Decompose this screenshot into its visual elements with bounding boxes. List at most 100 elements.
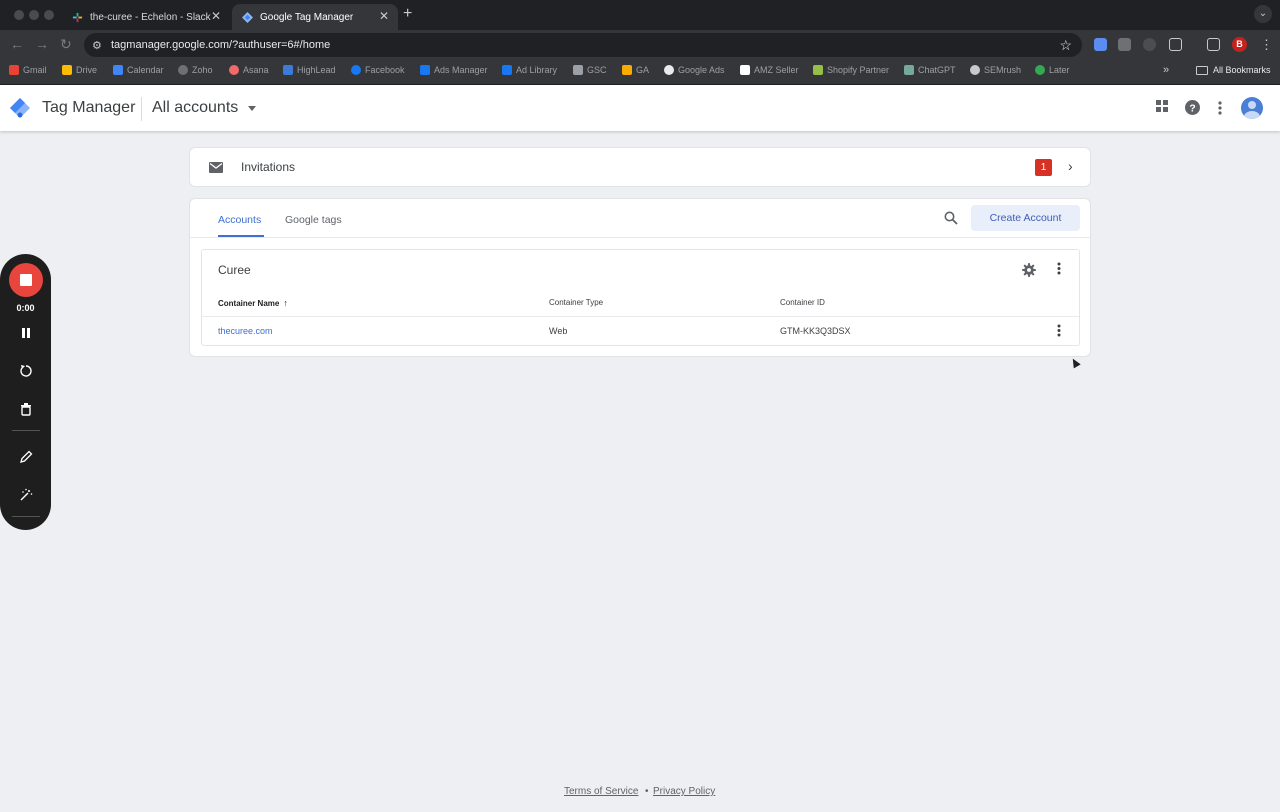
account-more-icon[interactable] bbox=[1057, 262, 1061, 275]
browser-menu-icon[interactable]: ⋮ bbox=[1260, 38, 1273, 51]
gtm-favicon-icon bbox=[242, 11, 253, 23]
pencil-icon[interactable] bbox=[19, 450, 33, 464]
tab-search-button[interactable]: ⌄ bbox=[1254, 5, 1272, 23]
extensions-puzzle-icon[interactable] bbox=[1169, 38, 1182, 51]
bookmark-item[interactable]: GA bbox=[622, 65, 649, 75]
shopify-icon bbox=[813, 65, 823, 75]
bookmark-item[interactable]: Zoho bbox=[178, 65, 213, 75]
meta-icon bbox=[420, 65, 430, 75]
new-tab-button[interactable]: + bbox=[403, 6, 412, 22]
extension-icon[interactable] bbox=[1118, 38, 1131, 51]
browser-tab-slack[interactable]: the-curee - Echelon - Slack ✕ bbox=[62, 4, 230, 30]
tag-manager-logo-icon[interactable] bbox=[10, 98, 30, 118]
caret-down-icon bbox=[248, 105, 257, 111]
restart-icon[interactable] bbox=[19, 364, 33, 378]
delete-icon[interactable] bbox=[19, 402, 33, 416]
bookmark-item[interactable]: SEMrush bbox=[970, 65, 1021, 75]
window-close-button[interactable] bbox=[14, 10, 24, 20]
help-icon[interactable]: ? bbox=[1185, 100, 1200, 115]
search-icon[interactable] bbox=[944, 211, 958, 225]
forward-arrow-icon[interactable]: → bbox=[35, 36, 49, 52]
account-selector[interactable]: All accounts bbox=[152, 99, 257, 117]
bookmark-item[interactable]: HighLead bbox=[283, 65, 336, 75]
tabs-divider bbox=[190, 237, 1090, 238]
table-divider bbox=[202, 316, 1079, 317]
site-info-icon[interactable]: ⚙ bbox=[92, 39, 102, 52]
screen-recorder-toolbar: 0:00 bbox=[0, 254, 51, 530]
account-name[interactable]: Curee bbox=[218, 263, 251, 277]
bookmark-item[interactable]: AMZ Seller bbox=[740, 65, 799, 75]
account-section: Curee Container Name ↑ Container Type Con… bbox=[201, 249, 1080, 346]
bookmark-item[interactable]: GSC bbox=[573, 65, 607, 75]
app-header: Tag Manager All accounts ? bbox=[0, 85, 1280, 131]
browser-chrome: the-curee - Echelon - Slack ✕ Google Tag… bbox=[0, 0, 1280, 85]
tab-close-icon[interactable]: ✕ bbox=[211, 10, 221, 22]
bookmarks-overflow-icon[interactable]: » bbox=[1163, 64, 1169, 76]
calendar-icon bbox=[113, 65, 123, 75]
container-name-link[interactable]: thecuree.com bbox=[218, 326, 273, 336]
all-bookmarks-button[interactable]: All Bookmarks bbox=[1196, 65, 1271, 75]
column-header-container-name[interactable]: Container Name ↑ bbox=[218, 298, 288, 308]
browser-tab-gtm[interactable]: Google Tag Manager ✕ bbox=[232, 4, 398, 30]
invitations-card[interactable]: Invitations 1 › bbox=[189, 147, 1091, 187]
container-type-cell: Web bbox=[549, 326, 568, 336]
bookmark-item[interactable]: Asana bbox=[229, 65, 269, 75]
drive-icon bbox=[62, 65, 72, 75]
tab-strip: the-curee - Echelon - Slack ✕ Google Tag… bbox=[0, 0, 1280, 30]
tab-google-tags[interactable]: Google tags bbox=[285, 214, 342, 226]
bookmark-item[interactable]: Facebook bbox=[351, 65, 405, 75]
terms-of-service-link[interactable]: Terms of Service bbox=[564, 786, 638, 797]
bookmark-star-icon[interactable]: ☆ bbox=[1059, 37, 1072, 54]
highlead-icon bbox=[283, 65, 293, 75]
column-header-container-type[interactable]: Container Type bbox=[549, 298, 603, 307]
extension-icon[interactable] bbox=[1094, 38, 1107, 51]
extension-icon[interactable] bbox=[1143, 38, 1156, 51]
mouse-cursor bbox=[1069, 356, 1081, 369]
reload-icon[interactable]: ↻ bbox=[60, 36, 72, 52]
bookmark-item[interactable]: ChatGPT bbox=[904, 65, 956, 75]
account-avatar[interactable] bbox=[1241, 97, 1263, 119]
bookmark-item[interactable]: Gmail bbox=[9, 65, 47, 75]
bookmark-item[interactable]: Google Ads bbox=[664, 65, 725, 75]
pause-icon[interactable] bbox=[19, 326, 33, 340]
facebook-icon bbox=[351, 65, 361, 75]
bookmark-item[interactable]: Later bbox=[1035, 65, 1070, 75]
bookmark-item[interactable]: Drive bbox=[62, 65, 97, 75]
invitations-count-badge: 1 bbox=[1035, 159, 1052, 176]
back-arrow-icon[interactable]: ← bbox=[10, 36, 24, 52]
apps-grid-icon[interactable] bbox=[1155, 99, 1169, 113]
stop-recording-button[interactable] bbox=[9, 263, 43, 297]
browser-toolbar: ← → ↻ ⚙ tagmanager.google.com/?authuser=… bbox=[0, 30, 1280, 59]
column-header-container-id[interactable]: Container ID bbox=[780, 298, 825, 307]
side-panel-icon[interactable] bbox=[1207, 38, 1220, 51]
accounts-card: Accounts Google tags Create Account Cure… bbox=[189, 198, 1091, 357]
window-zoom-button[interactable] bbox=[44, 10, 54, 20]
more-vert-icon[interactable] bbox=[1218, 101, 1222, 115]
create-account-button[interactable]: Create Account bbox=[971, 205, 1080, 231]
asana-icon bbox=[229, 65, 239, 75]
tab-close-icon[interactable]: ✕ bbox=[379, 10, 389, 22]
chevron-right-icon[interactable]: › bbox=[1068, 158, 1073, 174]
zoho-icon bbox=[178, 65, 188, 75]
address-bar[interactable]: ⚙ tagmanager.google.com/?authuser=6#/hom… bbox=[84, 33, 1082, 57]
gear-icon[interactable] bbox=[1022, 263, 1036, 277]
profile-avatar[interactable]: B bbox=[1232, 37, 1247, 52]
header-divider bbox=[141, 97, 142, 121]
mail-icon bbox=[209, 162, 223, 173]
tab-title: Google Tag Manager bbox=[260, 11, 354, 23]
tab-accounts[interactable]: Accounts bbox=[218, 214, 261, 226]
bookmark-item[interactable]: Ad Library bbox=[502, 65, 557, 75]
effects-wand-icon[interactable] bbox=[19, 488, 33, 502]
gsc-icon bbox=[573, 65, 583, 75]
bookmark-item[interactable]: Calendar bbox=[113, 65, 164, 75]
privacy-policy-link[interactable]: Privacy Policy bbox=[653, 786, 715, 797]
semrush-icon bbox=[970, 65, 980, 75]
bookmark-item[interactable]: Ads Manager bbox=[420, 65, 488, 75]
app-title[interactable]: Tag Manager bbox=[42, 99, 135, 117]
bookmarks-bar: Gmail Drive Calendar Zoho Asana HighLead… bbox=[0, 59, 1280, 85]
url-text[interactable]: tagmanager.google.com/?authuser=6#/home bbox=[111, 39, 330, 51]
bookmark-item[interactable]: Shopify Partner bbox=[813, 65, 889, 75]
row-more-icon[interactable] bbox=[1057, 324, 1061, 337]
window-minimize-button[interactable] bbox=[29, 10, 39, 20]
container-id-cell: GTM-KK3Q3DSX bbox=[780, 326, 851, 336]
